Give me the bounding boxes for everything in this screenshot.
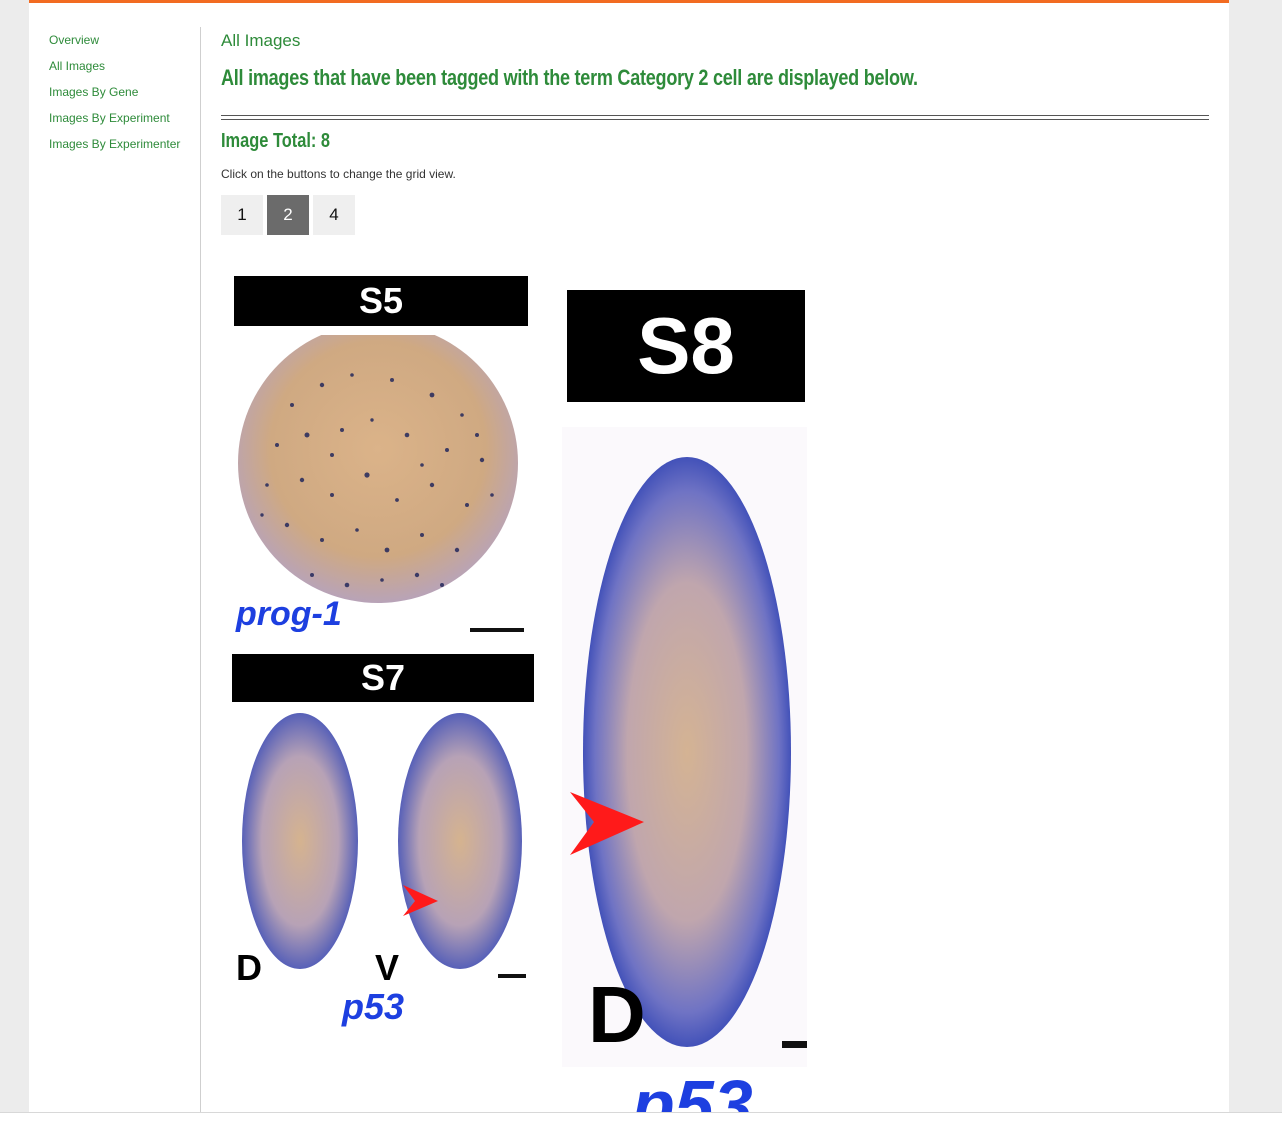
grid-1-button[interactable]: 1 [221,195,263,235]
embryo-pair-image [242,713,522,969]
sidebar-item-images-by-experimenter[interactable]: Images By Experimenter [49,135,199,161]
grid-view-buttons: 1 2 4 [221,195,1209,235]
gene-label-prog-1: prog-1 [236,595,342,633]
grid-2-button[interactable]: 2 [267,195,309,235]
gene-label-p53: p53 [632,1066,753,1115]
orientation-d: D [588,970,646,1059]
page-title: All images that have been tagged with th… [221,65,918,90]
stage-label-s8: S8 [567,290,805,402]
breadcrumb: All Images [221,31,301,50]
embryo-sphere-image [238,335,518,603]
sidebar-item-all-images[interactable]: All Images [49,57,199,83]
scale-bar [782,1041,807,1048]
gene-label-p53: p53 [342,986,405,1027]
bottom-strip [0,1112,1282,1136]
sidebar-nav: Overview All Images Images By Gene Image… [49,31,199,161]
image-thumbnail-s8[interactable]: S8 D p53 [562,287,807,1115]
grid-view-hint: Click on the buttons to change the grid … [221,167,456,181]
grid-4-button[interactable]: 4 [313,195,355,235]
scale-bar [470,628,524,632]
orientation-v: V [375,947,400,988]
sidebar-item-overview[interactable]: Overview [49,31,199,57]
main-content: All Images All images that have been tag… [221,27,1209,235]
scale-bar [498,974,526,978]
orientation-d: D [236,947,262,988]
sidebar-item-images-by-experiment[interactable]: Images By Experiment [49,109,199,135]
stage-label-s5: S5 [234,276,528,326]
stage-label-s7: S7 [232,654,534,702]
sidebar-divider [200,27,201,1115]
image-thumbnail-s5[interactable]: S5 prog-1 [232,273,530,641]
section-rule [221,115,1209,120]
page-container: Overview All Images Images By Gene Image… [29,0,1229,1115]
image-total: Image Total: 8 [221,130,331,152]
sidebar-item-images-by-gene[interactable]: Images By Gene [49,83,199,109]
image-thumbnail-s7[interactable]: S7 D V p53 [232,651,536,1031]
